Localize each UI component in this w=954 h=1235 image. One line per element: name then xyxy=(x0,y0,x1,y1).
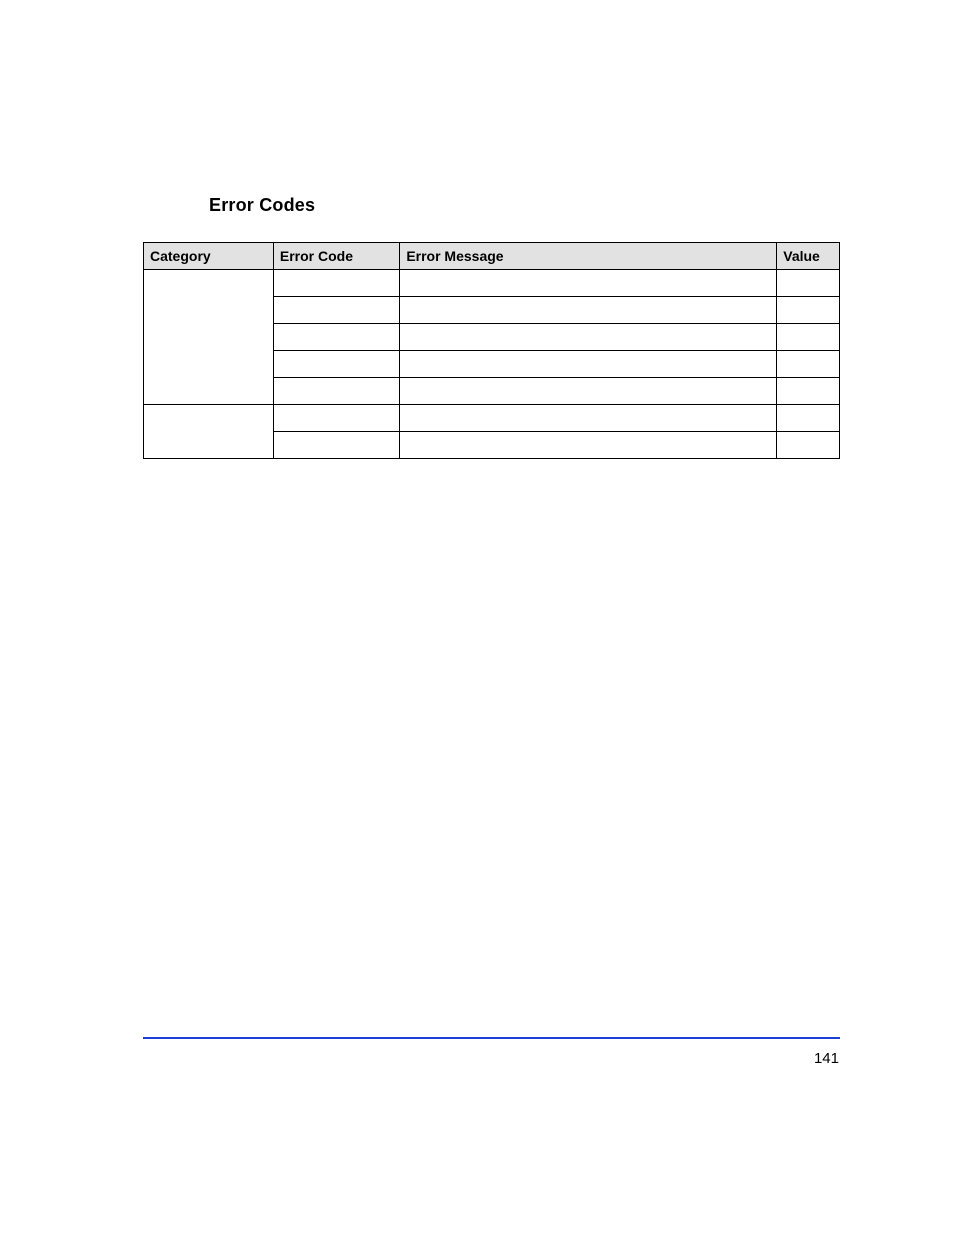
document-page: Error Codes Category Error Code Error Me… xyxy=(0,0,954,1235)
cell-value xyxy=(777,432,840,459)
cell-error-code xyxy=(273,405,399,432)
cell-error-code xyxy=(273,324,399,351)
footer-divider xyxy=(143,1037,840,1039)
table-row xyxy=(144,351,840,378)
cell-error-message xyxy=(400,378,777,405)
cell-value xyxy=(777,324,840,351)
cell-value xyxy=(777,297,840,324)
cell-error-message xyxy=(400,324,777,351)
cell-error-message xyxy=(400,297,777,324)
page-number: 141 xyxy=(814,1050,839,1067)
table-row xyxy=(144,297,840,324)
table-header-row: Category Error Code Error Message Value xyxy=(144,243,840,270)
table-row xyxy=(144,378,840,405)
table-row xyxy=(144,405,840,432)
cell-value xyxy=(777,405,840,432)
error-codes-table: Category Error Code Error Message Value xyxy=(143,242,840,459)
cell-error-message xyxy=(400,351,777,378)
section-title: Error Codes xyxy=(209,195,315,216)
cell-error-message xyxy=(400,432,777,459)
header-category: Category xyxy=(144,243,274,270)
header-error-message: Error Message xyxy=(400,243,777,270)
cell-value xyxy=(777,270,840,297)
cell-category xyxy=(144,405,274,432)
cell-value xyxy=(777,378,840,405)
cell-value xyxy=(777,351,840,378)
cell-error-message xyxy=(400,405,777,432)
cell-error-code xyxy=(273,351,399,378)
table-row xyxy=(144,324,840,351)
cell-error-code xyxy=(273,270,399,297)
table-row xyxy=(144,432,840,459)
cell-category xyxy=(144,297,274,324)
header-value: Value xyxy=(777,243,840,270)
header-error-code: Error Code xyxy=(273,243,399,270)
cell-category xyxy=(144,351,274,378)
cell-error-code xyxy=(273,297,399,324)
cell-error-message xyxy=(400,270,777,297)
cell-error-code xyxy=(273,378,399,405)
cell-category xyxy=(144,378,274,405)
cell-category xyxy=(144,432,274,459)
cell-category xyxy=(144,324,274,351)
table-row xyxy=(144,270,840,297)
cell-error-code xyxy=(273,432,399,459)
cell-category xyxy=(144,270,274,297)
